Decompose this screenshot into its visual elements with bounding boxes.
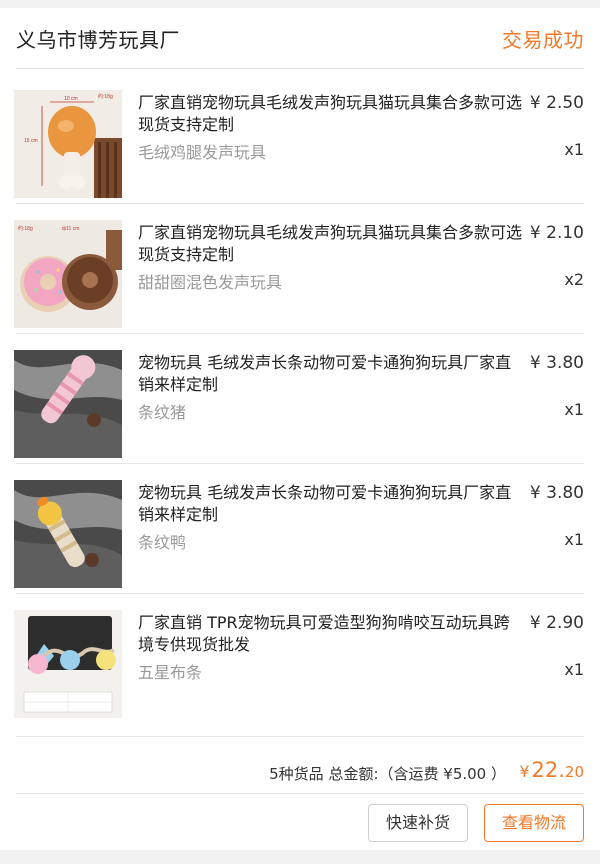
order-item[interactable]: 宠物玩具 毛绒发声长条动物可爱卡通狗狗玩具厂家直销来样定制 ¥ 3.80 条纹鸭… bbox=[0, 470, 600, 600]
product-quantity: x1 bbox=[564, 660, 584, 679]
product-variant: 甜甜圈混色发声玩具 bbox=[138, 273, 283, 292]
view-logistics-button[interactable]: 查看物流 bbox=[484, 804, 584, 842]
image-label: 15 cm bbox=[24, 138, 38, 144]
product-quantity: x1 bbox=[564, 530, 584, 549]
product-variant: 条纹鸭 bbox=[138, 533, 187, 552]
product-thumbnail[interactable] bbox=[14, 480, 122, 588]
image-label: ф11 cm bbox=[62, 226, 79, 232]
product-variant: 条纹猪 bbox=[138, 403, 187, 422]
order-item[interactable]: 约:18g ф11 cm 厂家直销宠物玩具毛绒发声狗玩具猫玩具集合多款可选现货支… bbox=[0, 210, 600, 340]
product-title[interactable]: 厂家直销宠物玩具毛绒发声狗玩具猫玩具集合多款可选现货支持定制 bbox=[138, 222, 524, 266]
order-item[interactable]: 宠物玩具 毛绒发声长条动物可爱卡通狗狗玩具厂家直销来样定制 ¥ 3.80 条纹猪… bbox=[0, 340, 600, 470]
star-rope-toy-image bbox=[14, 610, 122, 718]
divider bbox=[16, 793, 584, 794]
chicken-leg-toy-image: 10 cm 约:18g 15 cm bbox=[14, 90, 122, 198]
product-quantity: x1 bbox=[564, 140, 584, 159]
order-item[interactable]: 10 cm 约:18g 15 cm 厂家直销宠物玩具毛绒发声狗玩具猫玩具集合多款… bbox=[0, 80, 600, 210]
order-summary: 5种货品 总金额:（含运费 ¥5.00 ） ¥22.20 bbox=[0, 743, 600, 793]
divider bbox=[16, 736, 584, 737]
product-title[interactable]: 宠物玩具 毛绒发声长条动物可爱卡通狗狗玩具厂家直销来样定制 bbox=[138, 352, 524, 396]
product-thumbnail[interactable] bbox=[14, 610, 122, 718]
order-header: 义乌市博芳玩具厂 交易成功 bbox=[0, 8, 600, 68]
product-quantity: x1 bbox=[564, 400, 584, 419]
product-title[interactable]: 宠物玩具 毛绒发声长条动物可爱卡通狗狗玩具厂家直销来样定制 bbox=[138, 482, 524, 526]
currency-symbol: ¥ bbox=[519, 762, 530, 781]
striped-duck-toy-image bbox=[14, 480, 122, 588]
image-label: 10 cm bbox=[64, 96, 78, 102]
product-thumbnail[interactable] bbox=[14, 350, 122, 458]
divider bbox=[16, 593, 584, 594]
shop-name[interactable]: 义乌市博芳玩具厂 bbox=[16, 24, 180, 53]
divider bbox=[16, 333, 584, 334]
striped-pig-toy-image bbox=[14, 350, 122, 458]
order-actions: 快速补货 查看物流 bbox=[0, 795, 600, 850]
quick-restock-button[interactable]: 快速补货 bbox=[368, 804, 468, 842]
divider bbox=[16, 68, 584, 69]
total-decimal: 20 bbox=[564, 763, 584, 781]
order-item[interactable]: 厂家直销 TPR宠物玩具可爱造型狗狗啃咬互动玩具跨境专供现货批发 ¥ 2.90 … bbox=[0, 600, 600, 730]
divider bbox=[16, 463, 584, 464]
order-total: ¥22.20 bbox=[519, 758, 584, 782]
image-label: 约:18g bbox=[98, 93, 113, 100]
product-title[interactable]: 厂家直销宠物玩具毛绒发声狗玩具猫玩具集合多款可选现货支持定制 bbox=[138, 92, 524, 136]
product-price: ¥ 3.80 bbox=[529, 483, 584, 503]
product-price: ¥ 3.80 bbox=[529, 353, 584, 373]
image-label: 约:18g bbox=[18, 225, 33, 232]
product-price: ¥ 2.50 bbox=[529, 93, 584, 113]
total-integer: 22. bbox=[531, 758, 565, 782]
product-thumbnail[interactable]: 约:18g ф11 cm bbox=[14, 220, 122, 328]
order-card: 义乌市博芳玩具厂 交易成功 10 cm 约:18g 15 cm 厂家直销宠物玩具… bbox=[0, 8, 600, 850]
product-price: ¥ 2.90 bbox=[529, 613, 584, 633]
product-quantity: x2 bbox=[564, 270, 584, 289]
donut-toy-image: 约:18g ф11 cm bbox=[14, 220, 122, 328]
product-price: ¥ 2.10 bbox=[529, 223, 584, 243]
order-status: 交易成功 bbox=[502, 28, 584, 52]
product-variant: 毛绒鸡腿发声玩具 bbox=[138, 143, 267, 162]
divider bbox=[16, 203, 584, 204]
summary-text: 5种货品 总金额:（含运费 ¥5.00 ） bbox=[269, 765, 506, 783]
product-thumbnail[interactable]: 10 cm 约:18g 15 cm bbox=[14, 90, 122, 198]
product-variant: 五星布条 bbox=[138, 663, 203, 682]
product-title[interactable]: 厂家直销 TPR宠物玩具可爱造型狗狗啃咬互动玩具跨境专供现货批发 bbox=[138, 612, 524, 656]
